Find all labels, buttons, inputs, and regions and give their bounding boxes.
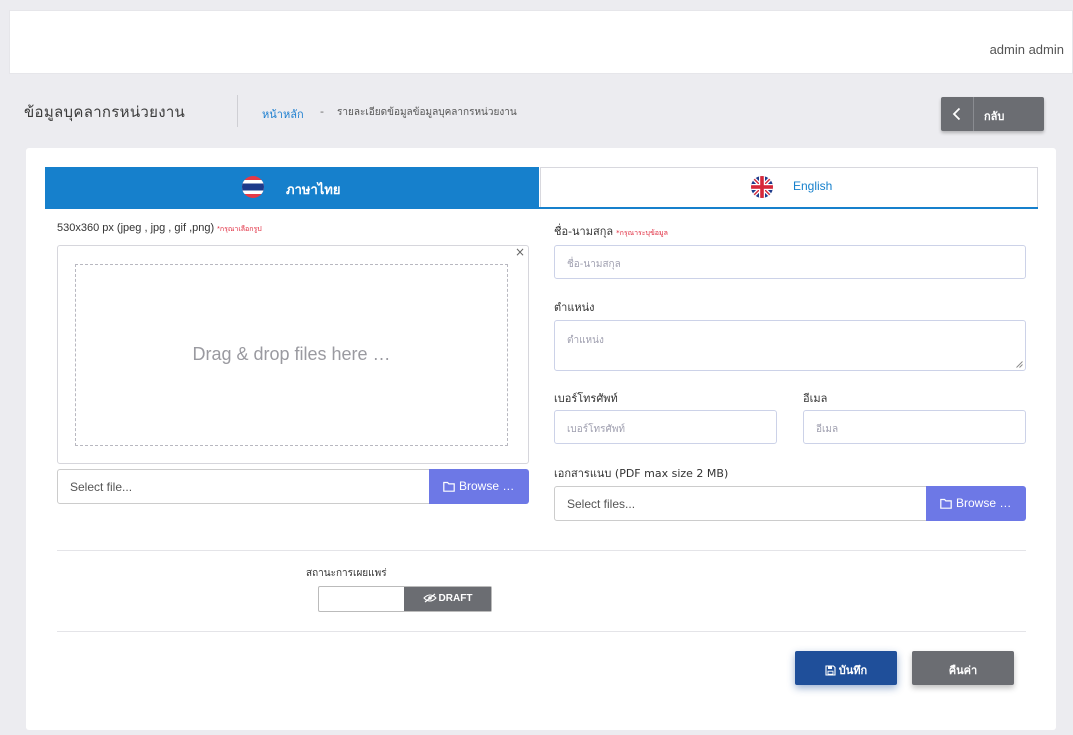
folder-icon	[443, 481, 455, 492]
dropzone-area[interactable]: Drag & drop files here …	[75, 264, 508, 446]
back-button[interactable]: กลับ	[941, 97, 1044, 131]
thai-flag-icon	[242, 176, 264, 198]
header-divider	[237, 95, 238, 127]
back-button-label: กลับ	[984, 110, 1005, 123]
top-navbar: admin admin	[9, 10, 1073, 74]
reset-button[interactable]: คืนค่า	[912, 651, 1014, 685]
page-header: ข้อมูลบุคลากรหน่วยงาน หน้าหลัก - รายละเอ…	[9, 78, 1073, 144]
uk-flag-icon	[751, 176, 773, 198]
image-file-input[interactable]: Select file...	[57, 469, 430, 504]
email-label: อีเมล	[803, 392, 828, 405]
phone-label: เบอร์โทรศัพท์	[554, 392, 618, 405]
eye-slash-icon	[422, 593, 437, 603]
publish-status-label: สถานะการเผยแพร่	[306, 568, 387, 579]
tab-english[interactable]: English	[540, 167, 1038, 208]
resize-grip-icon[interactable]	[1016, 361, 1023, 368]
user-menu[interactable]: admin admin	[990, 42, 1064, 57]
back-button-divider	[973, 97, 974, 131]
folder-icon	[940, 498, 952, 509]
dropzone-text: Drag & drop files here …	[192, 344, 391, 364]
publish-toggle[interactable]: DRAFT	[318, 586, 492, 612]
close-icon[interactable]: ×	[515, 245, 525, 259]
name-label: ชื่อ-นามสกุล *กรุณาระบุข้อมูล	[554, 225, 668, 238]
attachment-file-input[interactable]: Select files...	[554, 486, 927, 521]
chevron-left-icon	[952, 107, 961, 121]
image-browse-label: Browse …	[459, 479, 515, 493]
tab-thai-label: ภาษาไทย	[286, 183, 341, 198]
phone-input[interactable]: เบอร์โทรศัพท์	[554, 410, 777, 444]
name-required-note: *กรุณาระบุข้อมูล	[616, 229, 668, 237]
attachment-label: เอกสารแนบ (PDF max size 2 MB)	[554, 467, 729, 480]
name-input[interactable]: ชื่อ-นามสกุล	[554, 245, 1026, 279]
floppy-disk-icon	[825, 665, 836, 676]
tab-english-label: English	[793, 179, 833, 193]
reset-button-label: คืนค่า	[948, 664, 978, 677]
position-textarea[interactable]: ตำแหน่ง	[554, 320, 1026, 371]
image-upload-label: 530x360 px (jpeg , jpg , gif ,png) *กรุณา…	[57, 222, 262, 234]
breadcrumb-separator: -	[320, 105, 324, 118]
attachment-browse-button[interactable]: Browse …	[926, 486, 1026, 521]
breadcrumb-home-link[interactable]: หน้าหลัก	[262, 105, 304, 123]
position-label: ตำแหน่ง	[554, 301, 595, 314]
section-divider	[57, 550, 1026, 551]
image-browse-button[interactable]: Browse …	[429, 469, 529, 504]
image-required-note: *กรุณาเลือกรูป	[217, 226, 262, 233]
save-button[interactable]: บันทึก	[795, 651, 897, 685]
email-input[interactable]: อีเมล	[803, 410, 1026, 444]
draft-toggle-knob[interactable]: DRAFT	[404, 587, 491, 611]
page-title: ข้อมูลบุคลากรหน่วยงาน	[24, 103, 186, 121]
position-placeholder: ตำแหน่ง	[567, 335, 604, 346]
attachment-browse-label: Browse …	[956, 496, 1012, 510]
publish-state: DRAFT	[438, 593, 473, 604]
tab-thai[interactable]: ภาษาไทย	[45, 167, 539, 208]
section-divider	[57, 631, 1026, 632]
breadcrumb-current: รายละเอียดข้อมูลข้อมูลบุคลากรหน่วยงาน	[337, 107, 517, 118]
save-button-label: บันทึก	[838, 664, 868, 677]
tab-underline	[45, 207, 1038, 209]
